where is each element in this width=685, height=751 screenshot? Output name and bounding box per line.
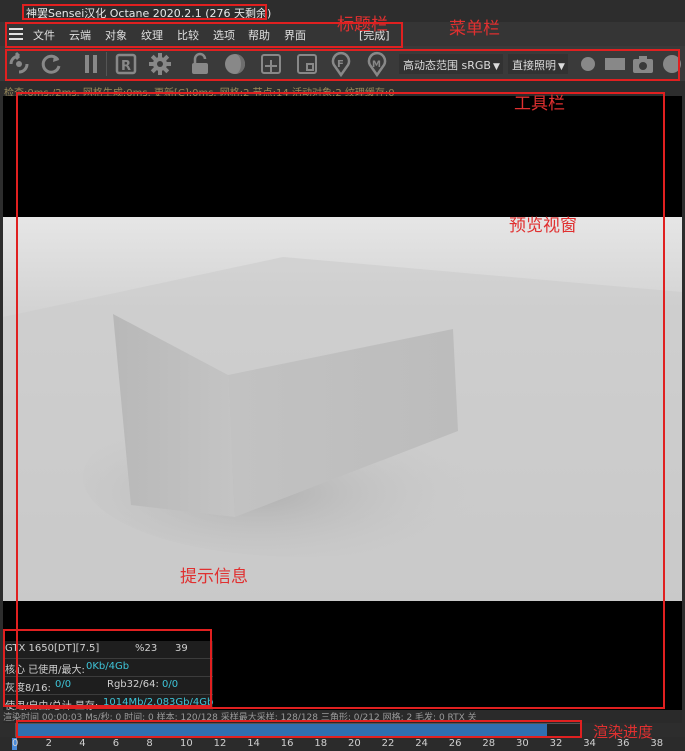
timeline-tick: 24 [415,738,428,749]
menu-bar-annotation-box [5,22,403,48]
timeline-tick: 4 [79,738,86,749]
progress-annotation: 渲染进度 [593,723,654,741]
toolbar-annotation-box [5,49,680,81]
timeline-tick: 32 [549,738,563,749]
timeline-tick: 2 [45,738,52,749]
preview-annotation-box [16,92,665,709]
timeline-tick: 8 [146,738,153,749]
timeline-tick: 18 [314,738,328,749]
timeline-tick: 0 [12,738,19,749]
timeline-tick: 28 [482,738,496,749]
progress-annotation-box [16,720,582,738]
hint-annotation: 提示信息 [180,567,248,587]
hint-annotation-box [3,629,212,707]
menu-bar-annotation: 菜单栏 [449,19,500,39]
timeline-tick: 12 [213,738,227,749]
timeline-tick: 20 [348,738,361,749]
timeline-tick: 16 [280,738,294,749]
timeline-tick: 6 [112,738,120,749]
title-bar-annotation-box [22,4,267,20]
preview-annotation: 预览视窗 [509,216,577,236]
timeline-ruler[interactable]: 0 2 4 6 8 10 12 14 16 18 20 22 24 26 28 30 32 34 36 38 [0,737,685,751]
timeline-tick: 14 [247,738,260,749]
timeline-tick: 22 [381,738,395,749]
timeline-tick: 30 [516,738,529,749]
timeline-tick: 10 [180,738,193,749]
timeline-tick: 26 [448,738,462,749]
